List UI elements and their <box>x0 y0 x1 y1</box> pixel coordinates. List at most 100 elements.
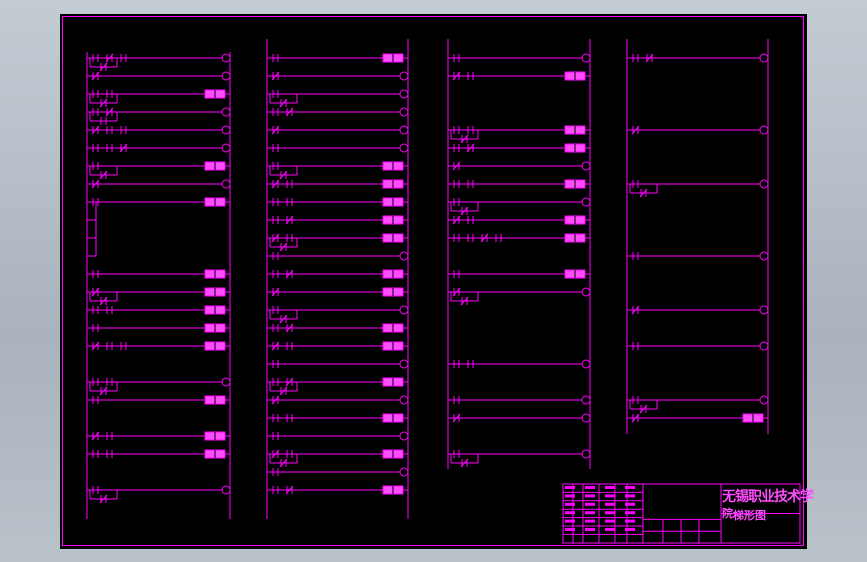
nc-contact <box>631 125 640 135</box>
nc-contact <box>119 143 128 153</box>
output-coil <box>399 395 409 405</box>
nc-contact <box>460 458 469 468</box>
title-block-text-mark <box>585 528 595 531</box>
nc-contact <box>279 242 288 252</box>
title-block-text-mark <box>565 528 575 531</box>
ladder-diagram <box>62 16 804 546</box>
output-coil <box>399 71 409 81</box>
title-block-text-mark <box>585 502 595 506</box>
nc-contact <box>271 125 280 135</box>
nc-contact <box>279 458 288 468</box>
output-coil <box>221 179 231 189</box>
nc-contact <box>91 71 100 81</box>
output-coil <box>399 431 409 441</box>
title-block-text-mark <box>605 519 615 523</box>
nc-contact <box>466 143 475 153</box>
nc-contact <box>91 431 100 441</box>
title-block-text-mark <box>605 528 615 531</box>
title-block-text-mark <box>585 511 595 515</box>
drawing-sheet: 无锡职业技术学 院 梯形图 <box>60 14 814 549</box>
nc-contact <box>91 287 100 297</box>
output-coil <box>399 359 409 369</box>
output-coil <box>221 485 231 495</box>
nc-contact <box>99 386 108 396</box>
output-coil <box>759 53 769 63</box>
nc-contact <box>271 395 280 405</box>
nc-contact <box>452 413 461 423</box>
nc-contact <box>99 62 108 72</box>
title-block-school-name: 无锡职业技术学 <box>722 489 814 505</box>
title-block-drawing-name: 梯形图 <box>733 509 766 522</box>
nc-contact <box>99 170 108 180</box>
nc-contact <box>279 314 288 324</box>
nc-contact <box>91 125 100 135</box>
nc-contact <box>271 233 280 243</box>
title-block-school-name-line2: 院 <box>722 507 733 520</box>
title-block-text-mark <box>565 502 575 506</box>
output-coil <box>759 341 769 351</box>
nc-contact <box>639 188 648 198</box>
title-block-text-mark <box>625 486 635 489</box>
nc-contact <box>452 215 461 225</box>
output-coil <box>221 53 231 63</box>
title-block-text-mark <box>565 494 575 498</box>
output-coil <box>581 359 591 369</box>
output-coil <box>399 467 409 477</box>
nc-contact <box>285 377 294 387</box>
title-block-text-mark <box>605 502 615 506</box>
output-coil <box>759 179 769 189</box>
nc-contact <box>631 413 640 423</box>
output-coil <box>581 161 591 171</box>
nc-contact <box>99 98 108 108</box>
nc-contact <box>271 287 280 297</box>
nc-contact <box>285 323 294 333</box>
nc-contact <box>271 179 280 189</box>
nc-contact <box>285 215 294 225</box>
nc-contact <box>452 71 461 81</box>
nc-contact <box>480 233 489 243</box>
output-coil <box>399 251 409 261</box>
drawing-border <box>62 16 804 546</box>
nc-contact <box>631 305 640 315</box>
output-coil <box>399 125 409 135</box>
title-block-text-mark <box>625 511 635 515</box>
output-coil <box>399 107 409 117</box>
output-coil <box>221 377 231 387</box>
nc-contact <box>105 53 114 63</box>
output-coil <box>221 71 231 81</box>
title-block-text-mark <box>565 519 575 523</box>
nc-contact <box>639 404 648 414</box>
title-block-text-mark <box>585 519 595 523</box>
nc-contact <box>285 269 294 279</box>
title-block-text-mark <box>605 486 615 489</box>
nc-contact <box>460 296 469 306</box>
nc-contact <box>271 449 280 459</box>
nc-contact <box>645 53 654 63</box>
nc-contact <box>279 170 288 180</box>
output-coil <box>581 395 591 405</box>
nc-contact <box>271 341 280 351</box>
nc-contact <box>105 107 114 117</box>
nc-contact <box>460 134 469 144</box>
title-block-text-mark <box>605 511 615 515</box>
output-coil <box>759 395 769 405</box>
output-coil <box>581 197 591 207</box>
title-block-text-mark <box>585 494 595 498</box>
output-coil <box>399 305 409 315</box>
nc-contact <box>271 71 280 81</box>
output-coil <box>399 89 409 99</box>
nc-contact <box>460 206 469 216</box>
nc-contact <box>91 179 100 189</box>
title-block-text-mark <box>565 486 575 489</box>
output-coil <box>221 143 231 153</box>
output-coil <box>759 251 769 261</box>
nc-contact <box>285 485 294 495</box>
title-block-text-mark <box>585 486 595 489</box>
output-coil <box>221 107 231 117</box>
title-block-text-mark <box>565 511 575 515</box>
title-block-text-mark <box>625 502 635 506</box>
nc-contact <box>279 386 288 396</box>
nc-contact <box>99 296 108 306</box>
output-coil <box>759 305 769 315</box>
output-coil <box>581 449 591 459</box>
